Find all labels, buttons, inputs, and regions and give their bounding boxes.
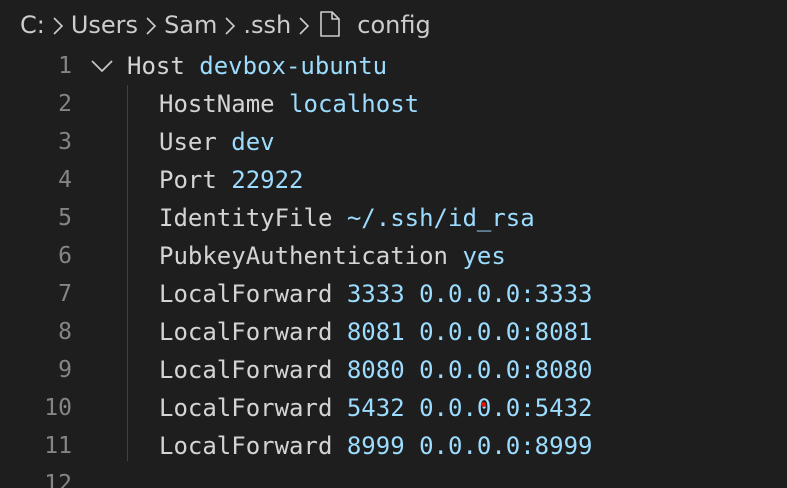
line-number: 10	[44, 395, 72, 421]
config-key: LocalForward	[159, 394, 333, 422]
line-number: 2	[58, 91, 72, 117]
code-line[interactable]: 4 Port 22922	[0, 161, 787, 199]
config-value: 8999 0.0.0.0:8999	[346, 432, 593, 460]
error-marker	[481, 402, 486, 407]
config-key: LocalForward	[159, 432, 333, 460]
config-key: LocalForward	[159, 280, 333, 308]
line-content: Host devbox-ubuntu	[127, 47, 387, 85]
config-value: 8080 0.0.0.0:8080	[346, 356, 593, 384]
config-key: Port	[159, 166, 217, 194]
line-number: 5	[58, 205, 72, 231]
line-number: 1	[58, 53, 72, 79]
code-line[interactable]: 9 LocalForward 8080 0.0.0.0:8080	[0, 351, 787, 389]
breadcrumb-ssh[interactable]: .ssh	[243, 11, 291, 39]
line-content: Port 22922	[127, 161, 304, 199]
code-area[interactable]: 1 Host devbox-ubuntu 2 HostName localhost 3 U…	[0, 47, 787, 488]
config-key: HostName	[159, 90, 275, 118]
line-number: 11	[44, 433, 72, 459]
line-content: LocalForward 8081 0.0.0.0:8081	[127, 313, 592, 351]
chevron-right-icon	[45, 13, 71, 37]
code-line[interactable]: 7 LocalForward 3333 0.0.0.0:3333	[0, 275, 787, 313]
config-key: LocalForward	[159, 318, 333, 346]
config-value: 22922	[231, 166, 304, 194]
line-content: LocalForward 8080 0.0.0.0:8080	[127, 351, 592, 389]
chevron-right-icon	[291, 13, 317, 37]
line-content: IdentityFile ~/.ssh/id_rsa	[127, 199, 535, 237]
breadcrumb-users[interactable]: Users	[71, 11, 138, 39]
breadcrumb-file[interactable]: config	[357, 11, 430, 39]
config-value: localhost	[289, 90, 420, 118]
config-value: 8081 0.0.0.0:8081	[346, 318, 593, 346]
line-number: 4	[58, 167, 72, 193]
chevron-down-icon[interactable]	[88, 47, 116, 85]
code-line[interactable]: 2 HostName localhost	[0, 85, 787, 123]
line-number: 12	[44, 471, 72, 488]
config-value: 3333 0.0.0.0:3333	[346, 280, 593, 308]
line-content: LocalForward 3333 0.0.0.0:3333	[127, 275, 592, 313]
config-key: IdentityFile	[159, 204, 333, 232]
line-content: User dev	[127, 123, 275, 161]
code-line[interactable]: 8 LocalForward 8081 0.0.0.0:8081	[0, 313, 787, 351]
chevron-right-icon	[138, 13, 164, 37]
chevron-right-icon	[217, 13, 243, 37]
code-line[interactable]: 6 PubkeyAuthentication yes	[0, 237, 787, 275]
line-number: 6	[58, 243, 72, 269]
config-value: 5432 0.0.0.0:5432	[346, 394, 593, 422]
config-value: yes	[462, 242, 506, 270]
breadcrumb-sam[interactable]: Sam	[164, 11, 217, 39]
breadcrumb-drive[interactable]: C:	[20, 11, 45, 39]
config-key: LocalForward	[159, 356, 333, 384]
config-key: PubkeyAuthentication	[159, 242, 448, 270]
code-editor[interactable]: C: Users Sam .ssh config 1 Host devbox-ub…	[0, 0, 787, 488]
line-content: LocalForward 5432 0.0.0.0:5432	[127, 389, 592, 427]
file-icon	[317, 10, 345, 40]
config-value: ~/.ssh/id_rsa	[346, 204, 535, 232]
line-number: 9	[58, 357, 72, 383]
config-key: User	[159, 128, 217, 156]
line-content: LocalForward 8999 0.0.0.0:8999	[127, 427, 592, 465]
line-number: 7	[58, 281, 72, 307]
line-content: PubkeyAuthentication yes	[127, 237, 506, 275]
code-line[interactable]: 10 LocalForward 5432 0.0.0.0:5432	[0, 389, 787, 427]
config-value: dev	[231, 128, 275, 156]
config-key: Host	[127, 52, 185, 80]
line-number: 3	[58, 129, 72, 155]
line-number: 8	[58, 319, 72, 345]
code-line[interactable]: 5 IdentityFile ~/.ssh/id_rsa	[0, 199, 787, 237]
code-line[interactable]: 1 Host devbox-ubuntu	[0, 47, 787, 85]
code-line[interactable]: 3 User dev	[0, 123, 787, 161]
line-content: HostName localhost	[127, 85, 419, 123]
breadcrumb: C: Users Sam .ssh config	[0, 0, 787, 50]
config-value: devbox-ubuntu	[199, 52, 388, 80]
code-line[interactable]: 12	[0, 465, 787, 488]
code-line[interactable]: 11 LocalForward 8999 0.0.0.0:8999	[0, 427, 787, 465]
